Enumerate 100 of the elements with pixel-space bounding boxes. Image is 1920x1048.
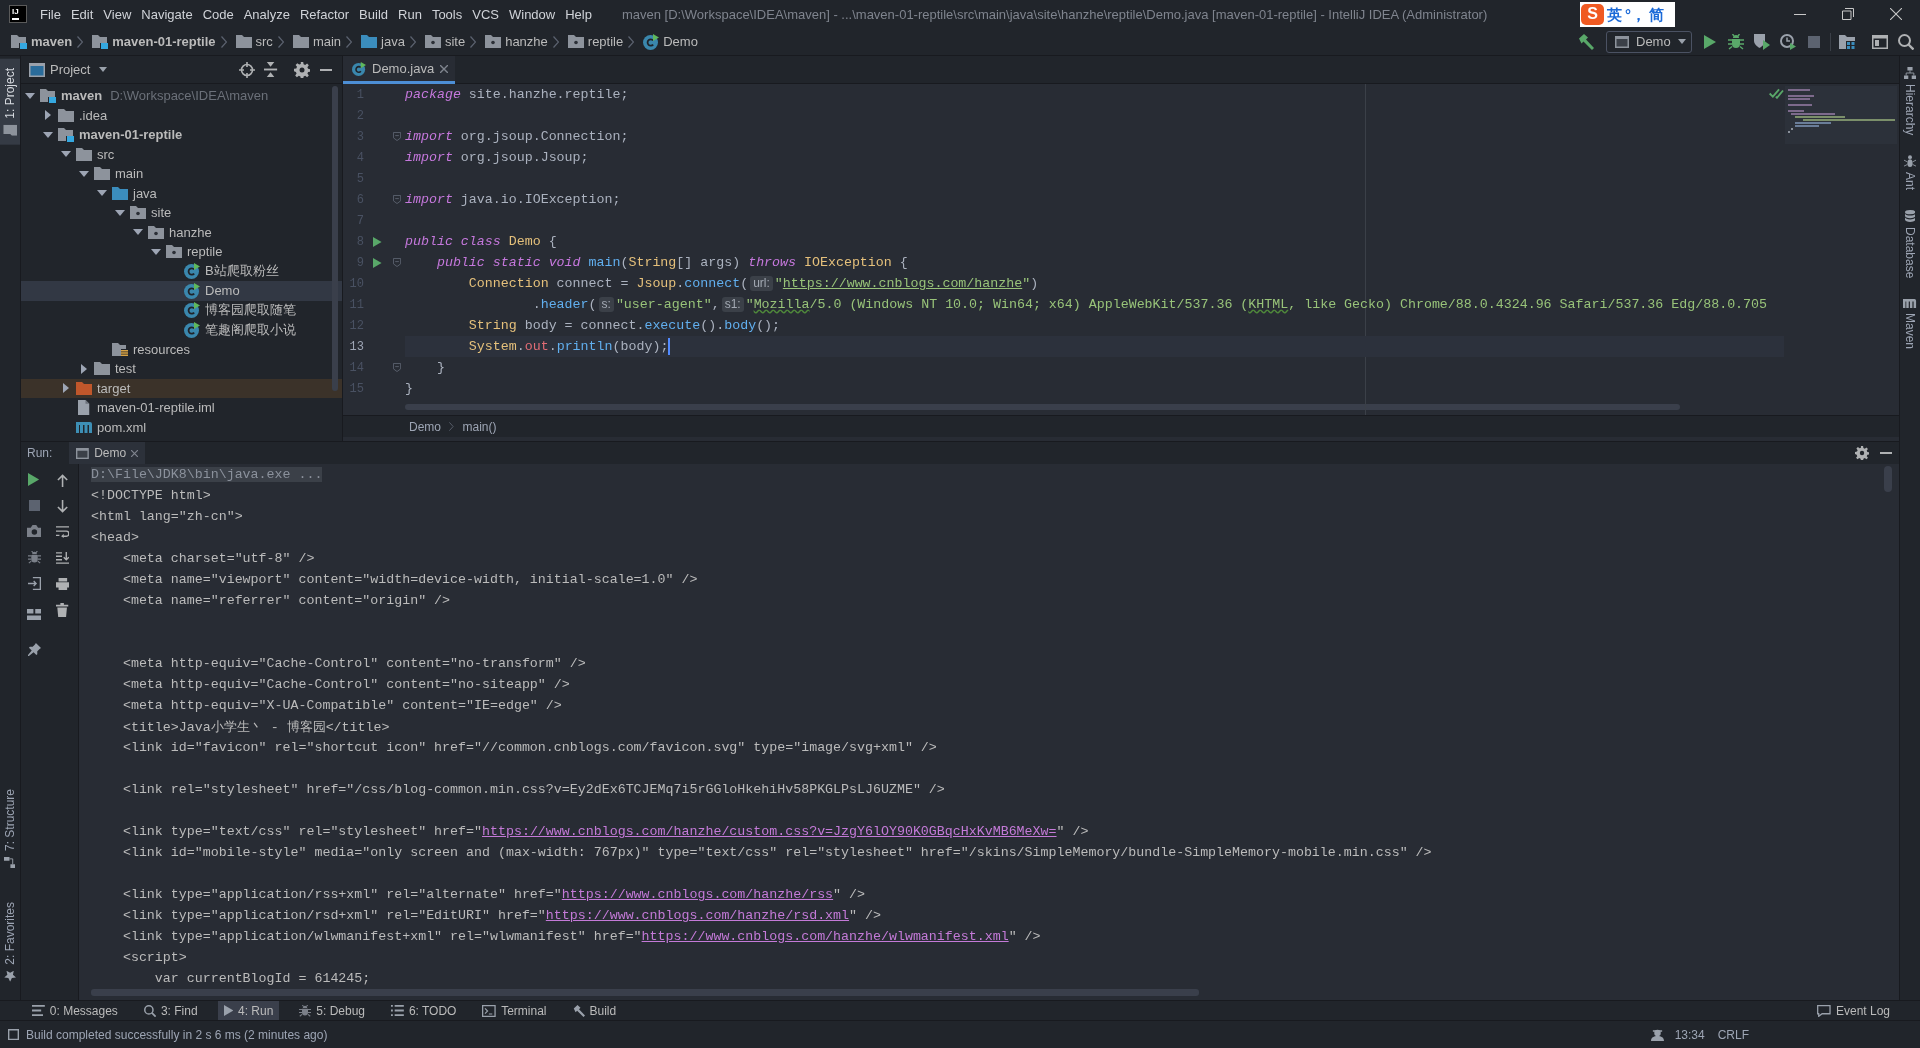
tree-item[interactable]: B站爬取粉丝 <box>205 262 279 281</box>
tree-item[interactable]: main <box>115 166 144 182</box>
caret-position[interactable]: 13:34 <box>1672 1027 1707 1042</box>
tree-item[interactable]: pom.xml <box>97 419 147 435</box>
tool-window-button[interactable]: 5: Debug <box>293 1001 372 1020</box>
menu-item[interactable]: Help <box>560 0 597 28</box>
search-icon[interactable] <box>1898 33 1914 50</box>
console-link[interactable]: https://www.cnblogs.com/hanzhe/wlwmanifest.xml <box>641 929 1009 944</box>
rerun-icon[interactable] <box>28 472 40 486</box>
restore-icon[interactable] <box>1842 8 1854 20</box>
tree-item[interactable]: maven <box>61 88 103 104</box>
exit-icon[interactable] <box>27 576 41 590</box>
triangle-down-icon[interactable] <box>97 190 107 197</box>
project-view-dropdown[interactable]: Project <box>29 62 108 77</box>
bug-icon[interactable] <box>27 550 41 564</box>
menu-item[interactable]: Run <box>393 0 427 28</box>
tree-item[interactable]: .idea <box>79 107 108 123</box>
breadcrumb-item[interactable]: main <box>292 34 342 49</box>
tool-window-button[interactable]: Ant <box>1900 152 1920 194</box>
console-link[interactable]: https://www.cnblogs.com/hanzhe/custom.css?v=JzgY6lOY90K0GBqcHxKvMB6MeXw= <box>482 824 1057 839</box>
breadcrumb-item[interactable]: hanzhe <box>485 34 548 49</box>
pin-icon[interactable] <box>27 642 41 656</box>
console-link[interactable]: https://www.cnblogs.com/hanzhe/rsd.xml <box>545 908 850 923</box>
menu-item[interactable]: Build <box>354 0 393 28</box>
run-tab[interactable]: Demo <box>69 442 146 464</box>
hammer-icon[interactable] <box>1578 33 1594 50</box>
event-log-button[interactable]: Event Log <box>1811 1001 1896 1020</box>
tool-window-button[interactable]: Build <box>566 1001 623 1020</box>
menu-item[interactable]: Code <box>197 0 239 28</box>
scroll-to-end-icon[interactable] <box>55 552 70 564</box>
window-layout-icon[interactable] <box>1872 34 1888 49</box>
menu-item[interactable]: Window <box>503 0 561 28</box>
tree-item[interactable]: java <box>133 185 157 201</box>
tool-window-button[interactable]: 6: TODO <box>385 1001 463 1020</box>
console-link[interactable]: https://www.cnblogs.com/hanzhe/rss <box>561 887 834 902</box>
project-structure-icon[interactable] <box>1839 34 1855 49</box>
minimize-icon[interactable] <box>1794 13 1806 15</box>
collapse-all-icon[interactable] <box>264 62 278 77</box>
tool-window-button[interactable]: 1: Project <box>0 59 20 145</box>
arrow-down-icon[interactable] <box>56 499 69 513</box>
tree-item[interactable]: resources <box>133 341 191 357</box>
triangle-down-icon[interactable] <box>151 248 161 255</box>
tool-window-button[interactable]: Maven <box>1900 295 1920 352</box>
run-icon[interactable] <box>373 236 382 247</box>
tree-item[interactable]: hanzhe <box>169 224 212 240</box>
triangle-down-icon[interactable] <box>43 131 53 138</box>
breadcrumb-item[interactable]: reptile <box>567 34 624 49</box>
highlighted-row[interactable]: target <box>21 378 342 398</box>
trash-icon[interactable] <box>56 603 69 617</box>
triangle-down-icon[interactable] <box>61 151 71 158</box>
run-icon[interactable] <box>1704 34 1716 49</box>
triangle-right-icon[interactable] <box>45 110 51 121</box>
triangle-down-icon[interactable] <box>79 170 89 177</box>
tree-item[interactable]: maven-01-reptile.iml <box>97 400 215 416</box>
close-icon[interactable] <box>1890 8 1902 20</box>
breadcrumb-item[interactable]: Demo <box>409 419 441 434</box>
scrollbar-thumb[interactable] <box>332 86 338 391</box>
fold-marker-icon[interactable] <box>392 132 402 141</box>
triangle-down-icon[interactable] <box>133 229 143 236</box>
input-mode-toggle[interactable]: 英 <box>1607 6 1622 22</box>
soft-wrap-icon[interactable] <box>55 526 70 538</box>
triangle-right-icon[interactable] <box>81 363 87 374</box>
breadcrumb-item[interactable]: maven-01-reptile <box>92 34 216 49</box>
tool-window-button[interactable]: 4: Run <box>217 1001 280 1020</box>
input-mode-toggle[interactable]: °， <box>1625 6 1646 22</box>
arrow-up-icon[interactable] <box>56 473 69 487</box>
breadcrumb-item[interactable]: Demo <box>643 33 698 50</box>
selected-row[interactable]: Demo <box>21 281 342 301</box>
menu-item[interactable]: Navigate <box>136 0 198 28</box>
check-icon[interactable] <box>1769 88 1784 99</box>
tool-window-button[interactable]: Terminal <box>476 1001 553 1020</box>
code-link[interactable]: https://www.cnblogs.com/hanzhe <box>782 276 1023 291</box>
clock-run-icon[interactable] <box>1780 33 1796 50</box>
crosshair-icon[interactable] <box>239 61 255 78</box>
stop-icon[interactable] <box>28 499 40 511</box>
triangle-right-icon[interactable] <box>63 383 69 394</box>
tool-window-button[interactable]: 7: Structure <box>0 780 20 878</box>
shield-run-icon[interactable] <box>1754 33 1770 50</box>
triangle-down-icon[interactable] <box>25 92 35 99</box>
minimize-icon[interactable] <box>320 68 332 71</box>
printer-icon[interactable] <box>55 578 70 590</box>
tree-item[interactable]: src <box>97 146 115 162</box>
tool-window-button[interactable]: 3: Find <box>137 1001 204 1020</box>
run-configuration-dropdown[interactable]: Demo <box>1606 30 1692 53</box>
fold-marker-icon[interactable] <box>392 363 402 372</box>
triangle-down-icon[interactable] <box>115 209 125 216</box>
menu-item[interactable]: Analyze <box>238 0 295 28</box>
settings-icon[interactable] <box>1855 446 1869 460</box>
camera-icon[interactable] <box>26 525 42 537</box>
tool-window-button[interactable]: 2: Favorites <box>0 893 20 991</box>
editor-tab[interactable]: Demo.java <box>343 56 456 84</box>
tool-window-button[interactable]: Hierarchy <box>1900 64 1920 139</box>
tree-item[interactable]: test <box>115 361 136 377</box>
menu-item[interactable]: Edit <box>65 0 99 28</box>
tree-item[interactable]: target <box>97 380 131 396</box>
tree-item[interactable]: 博客园爬取随笔 <box>205 301 296 320</box>
fold-marker-icon[interactable] <box>392 258 402 267</box>
close-icon[interactable] <box>440 64 449 73</box>
menu-item[interactable]: Tools <box>426 0 468 28</box>
tree-item[interactable]: 笔趣阁爬取小说 <box>205 320 296 339</box>
